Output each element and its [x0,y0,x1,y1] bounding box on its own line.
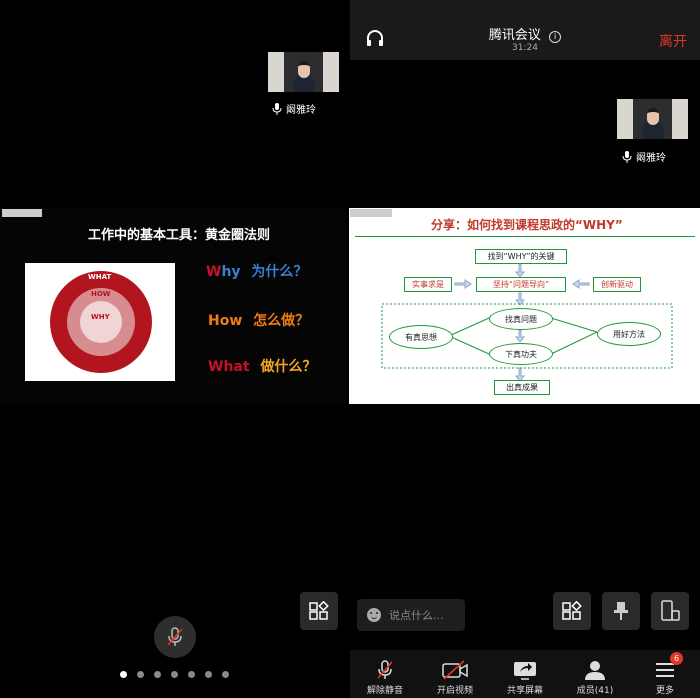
ring-why [80,301,122,343]
ellipse-effort: 下真功夫 [489,343,553,365]
meeting-title-text: 腾讯会议 [488,28,541,43]
meeting-timer: 31:24 [512,43,538,53]
question-what: What 做什么？ [208,356,316,376]
question-word: ow [219,313,243,329]
ring-label-what: WHAT [88,273,112,281]
members-icon [585,661,605,680]
box-key: 找到“WHY”的关键 [475,249,567,264]
layout-grid-icon [309,601,329,620]
members-button[interactable]: 成员(41) [560,660,630,696]
info-icon[interactable]: i [549,31,562,43]
question-word: hy [221,264,241,280]
participant-thumbnail[interactable] [617,99,688,139]
question-zh: 做什么？ [260,359,317,375]
share-screen-button[interactable]: 共享屏幕 [490,660,560,696]
rotate-screen-button[interactable] [651,592,689,630]
slide-title: 工作中的基本工具：黄金圈法则 [88,228,271,243]
emoji-icon[interactable] [367,608,381,622]
video-panel-top-right: 腾讯会议 i 31:24 离开 阚雅玲 [350,0,700,205]
participant-name: 阚雅玲 [636,153,666,164]
more-button[interactable]: 更多 6 [630,652,700,696]
ring-label-how: HOW [91,290,111,298]
question-zh: 为什么？ [251,264,308,280]
share-label: 共享屏幕 [506,686,543,696]
video-off-icon [442,660,468,680]
box-center: 坚持“问题导向” [476,277,566,292]
more-label: 更多 [655,686,674,696]
ellipse-think: 有真思想 [389,325,453,349]
page-dot[interactable] [137,671,144,678]
question-initial: H [208,313,220,329]
microphone-icon [272,102,282,115]
participant-name: 阚雅玲 [286,105,316,116]
question-zh: 怎么做？ [253,313,310,329]
page-dot[interactable] [171,671,178,678]
notification-badge: 6 [670,652,683,665]
microphone-muted-icon [167,627,183,646]
ellipse-method: 用好方法 [597,322,661,346]
box-left: 实事求是 [404,277,452,292]
page-dot[interactable] [188,671,195,678]
members-label: 成员(41) [576,686,614,696]
question-initial: W [208,359,224,375]
participant-name-row: 阚雅玲 [622,149,666,164]
box-result: 出真成果 [494,380,550,395]
floating-mute-button[interactable] [154,616,196,658]
unmute-button[interactable]: 解除静音 [350,660,420,696]
flow-connectors [381,263,673,382]
page-dot[interactable] [205,671,212,678]
chat-input-box[interactable] [357,599,465,631]
shared-slide-why-flow: 分享：如何找到课程思政的“WHY” 找到“WHY”的关键 实事求是 坚持“问题导… [349,208,700,404]
layout-grid-button[interactable] [300,592,338,630]
participant-thumbnail[interactable] [268,52,339,92]
ring-label-why: WHY [91,313,110,321]
video-label: 开启视频 [436,686,473,696]
meeting-title[interactable]: 腾讯会议 i [350,24,700,43]
box-right: 创新驱动 [593,277,641,292]
participant-name-row: 阚雅玲 [272,101,316,116]
leave-button[interactable]: 离开 [659,31,687,51]
layout-grid-icon [562,601,582,620]
pin-icon [614,602,628,620]
meeting-header: 腾讯会议 i 31:24 离开 [350,0,700,60]
shared-slide-golden-circle: 工作中的基本工具：黄金圈法则 WHAT HOW WHY Why 为什么？ How… [0,208,346,404]
pin-button[interactable] [602,592,640,630]
ellipse-find: 找真问题 [489,308,553,330]
question-word: hat [223,359,250,375]
golden-circle-diagram: WHAT HOW WHY [25,263,175,381]
page-indicator[interactable] [120,671,229,678]
share-screen-icon [514,662,536,680]
question-how: How 怎么做？ [208,310,309,330]
start-video-button[interactable]: 开启视频 [420,660,490,696]
microphone-icon [622,150,632,163]
question-why: Why 为什么？ [206,261,307,281]
rotate-device-icon [661,600,680,621]
page-dot[interactable] [222,671,229,678]
unmute-label: 解除静音 [366,686,403,696]
layout-grid-button[interactable] [553,592,591,630]
chat-input[interactable] [387,607,463,623]
slide-window-tab [2,209,42,217]
microphone-muted-icon [377,660,393,679]
page-dot[interactable] [154,671,161,678]
video-panel-top-left: 阚雅玲 [0,0,348,205]
question-initial: W [206,264,222,280]
page-dot-active[interactable] [120,671,127,678]
